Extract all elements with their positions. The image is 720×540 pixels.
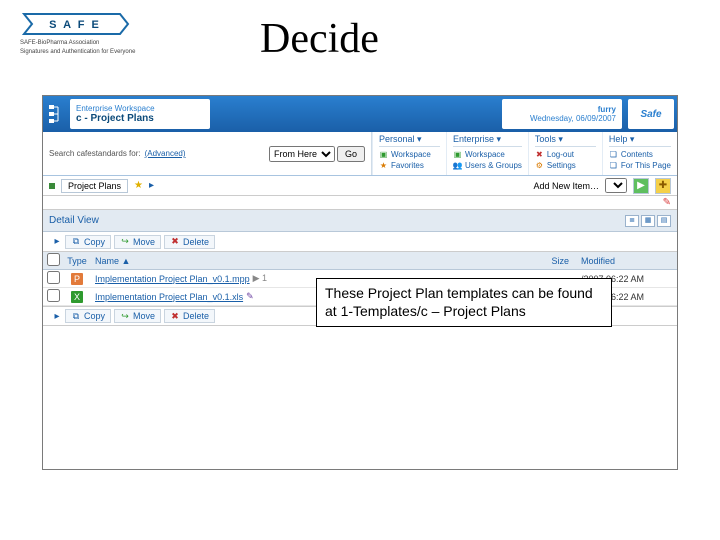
node-icon [49, 183, 55, 189]
link-help-contents[interactable]: ❏Contents [609, 149, 671, 160]
file-flag: ✎ [246, 291, 254, 302]
menu-enterprise-title[interactable]: Enterprise ▾ [453, 134, 522, 147]
ribbon-bar: Search cafestandards for: (Advanced) Fro… [43, 132, 677, 176]
search-bar: Search cafestandards for: (Advanced) Fro… [43, 132, 371, 175]
brand-logo: Safe [628, 99, 674, 129]
workspace-label: Enterprise Workspace [76, 104, 202, 113]
chevron-right-icon[interactable]: ▸ [149, 180, 154, 191]
advanced-search-link[interactable]: (Advanced) [145, 149, 186, 158]
col-name[interactable]: Name ▲ [91, 256, 517, 266]
safe-logo: S A F E SAFE-BioPharma Association Signa… [20, 10, 140, 60]
menu-tools-title[interactable]: Tools ▾ [535, 134, 596, 147]
add-new-label: Add New Item… [533, 181, 599, 191]
user-info: furry Wednesday, 06/09/2007 [502, 99, 622, 129]
slide-title: Decide [260, 15, 379, 63]
edit-icon[interactable]: ✎ [663, 197, 671, 208]
workspace-selector[interactable]: Enterprise Workspace c - Project Plans [70, 99, 210, 129]
annotation-callout: These Project Plan templates can be foun… [316, 278, 612, 327]
menu-personal: Personal ▾ ▣Workspace ★Favorites [372, 132, 446, 175]
row-checkbox[interactable] [47, 271, 60, 284]
view-grid-icon[interactable]: ▦ [641, 215, 655, 227]
menu-help: Help ▾ ❏Contents ❏For This Page [602, 132, 677, 175]
copy-icon: ⧉ [71, 237, 81, 247]
search-scope-select[interactable]: From Here [269, 146, 335, 162]
detail-view-header: Detail View ≣ ▦ ▤ [43, 210, 677, 232]
app-banner: Enterprise Workspace c - Project Plans f… [43, 96, 677, 132]
delete-icon: ✖ [170, 311, 180, 321]
col-size[interactable]: Size [517, 256, 577, 266]
link-logout[interactable]: ✖Log-out [535, 149, 596, 160]
link-favorites[interactable]: ★Favorites [379, 160, 440, 171]
logo-banner-icon: S A F E [20, 10, 130, 38]
table-header: Type Name ▲ Size Modified [43, 252, 677, 270]
users-icon: 👥 [453, 161, 462, 170]
action-row-top: ▸ ⧉Copy ↪Move ✖Delete [43, 232, 677, 252]
col-modified[interactable]: Modified [577, 256, 677, 266]
user-name: furry [598, 105, 616, 114]
xls-file-icon: X [71, 291, 83, 303]
file-link[interactable]: Implementation Project Plan_v0.1.xls [95, 292, 243, 302]
add-new-select[interactable] [605, 178, 627, 193]
breadcrumb-row: Project Plans ★ ▸ Add New Item… ▶ ✚ [43, 176, 677, 196]
add-confirm-button[interactable]: ▶ [633, 178, 649, 194]
logo-subtitle-2: Signatures and Authentication for Everyo… [20, 49, 140, 56]
menu-personal-title[interactable]: Personal ▾ [379, 134, 440, 147]
search-go-button[interactable]: Go [337, 146, 365, 162]
link-enterprise-workspace[interactable]: ▣Workspace [453, 149, 522, 160]
mpp-file-icon: P [71, 273, 83, 285]
copy-button[interactable]: ⧉Copy [65, 309, 111, 323]
file-flag: ▶ 1 [253, 273, 267, 284]
book-icon: ❏ [609, 150, 618, 159]
add-folder-button[interactable]: ✚ [655, 178, 671, 194]
logout-icon: ✖ [535, 150, 544, 159]
breadcrumb[interactable]: Project Plans [61, 179, 128, 193]
delete-button[interactable]: ✖Delete [164, 235, 215, 249]
search-label: Search cafestandards for: [49, 149, 141, 158]
logo-subtitle-1: SAFE-BioPharma Association [20, 40, 140, 47]
callout-text: These Project Plan templates can be foun… [325, 285, 593, 319]
workspace-icon: ▣ [379, 150, 388, 159]
link-settings[interactable]: ⚙Settings [535, 160, 596, 171]
edit-row: ✎ [43, 196, 677, 210]
copy-button[interactable]: ⧉Copy [65, 235, 111, 249]
row-checkbox[interactable] [47, 289, 60, 302]
menu-enterprise: Enterprise ▾ ▣Workspace 👥Users & Groups [446, 132, 528, 175]
svg-text:S A F E: S A F E [49, 19, 101, 31]
gear-icon: ⚙ [535, 161, 544, 170]
move-icon: ↪ [120, 237, 130, 247]
expand-icon[interactable]: ▸ [54, 311, 59, 322]
detail-view-title: Detail View [49, 215, 99, 226]
expand-icon[interactable]: ▸ [54, 236, 59, 247]
view-thumb-icon[interactable]: ▤ [657, 215, 671, 227]
select-all-checkbox[interactable] [47, 253, 60, 266]
link-personal-workspace[interactable]: ▣Workspace [379, 149, 440, 160]
page-icon: ❏ [609, 161, 618, 170]
copy-icon: ⧉ [71, 311, 81, 321]
move-button[interactable]: ↪Move [114, 235, 161, 249]
move-icon: ↪ [120, 311, 130, 321]
col-type[interactable]: Type [63, 256, 91, 266]
folder-tree-icon[interactable] [43, 96, 67, 132]
move-button[interactable]: ↪Move [114, 309, 161, 323]
workspace-name: c - Project Plans [76, 113, 202, 124]
delete-icon: ✖ [170, 237, 180, 247]
menu-help-title[interactable]: Help ▾ [609, 134, 671, 147]
file-link[interactable]: Implementation Project Plan_v0.1.mpp [95, 274, 250, 284]
view-list-icon[interactable]: ≣ [625, 215, 639, 227]
current-date: Wednesday, 06/09/2007 [530, 114, 616, 123]
link-help-page[interactable]: ❏For This Page [609, 160, 671, 171]
star-icon: ★ [379, 161, 388, 170]
menu-tools: Tools ▾ ✖Log-out ⚙Settings [528, 132, 602, 175]
delete-button[interactable]: ✖Delete [164, 309, 215, 323]
workspace-icon: ▣ [453, 150, 462, 159]
favorite-toggle-icon[interactable]: ★ [134, 180, 143, 191]
link-users-groups[interactable]: 👥Users & Groups [453, 160, 522, 171]
